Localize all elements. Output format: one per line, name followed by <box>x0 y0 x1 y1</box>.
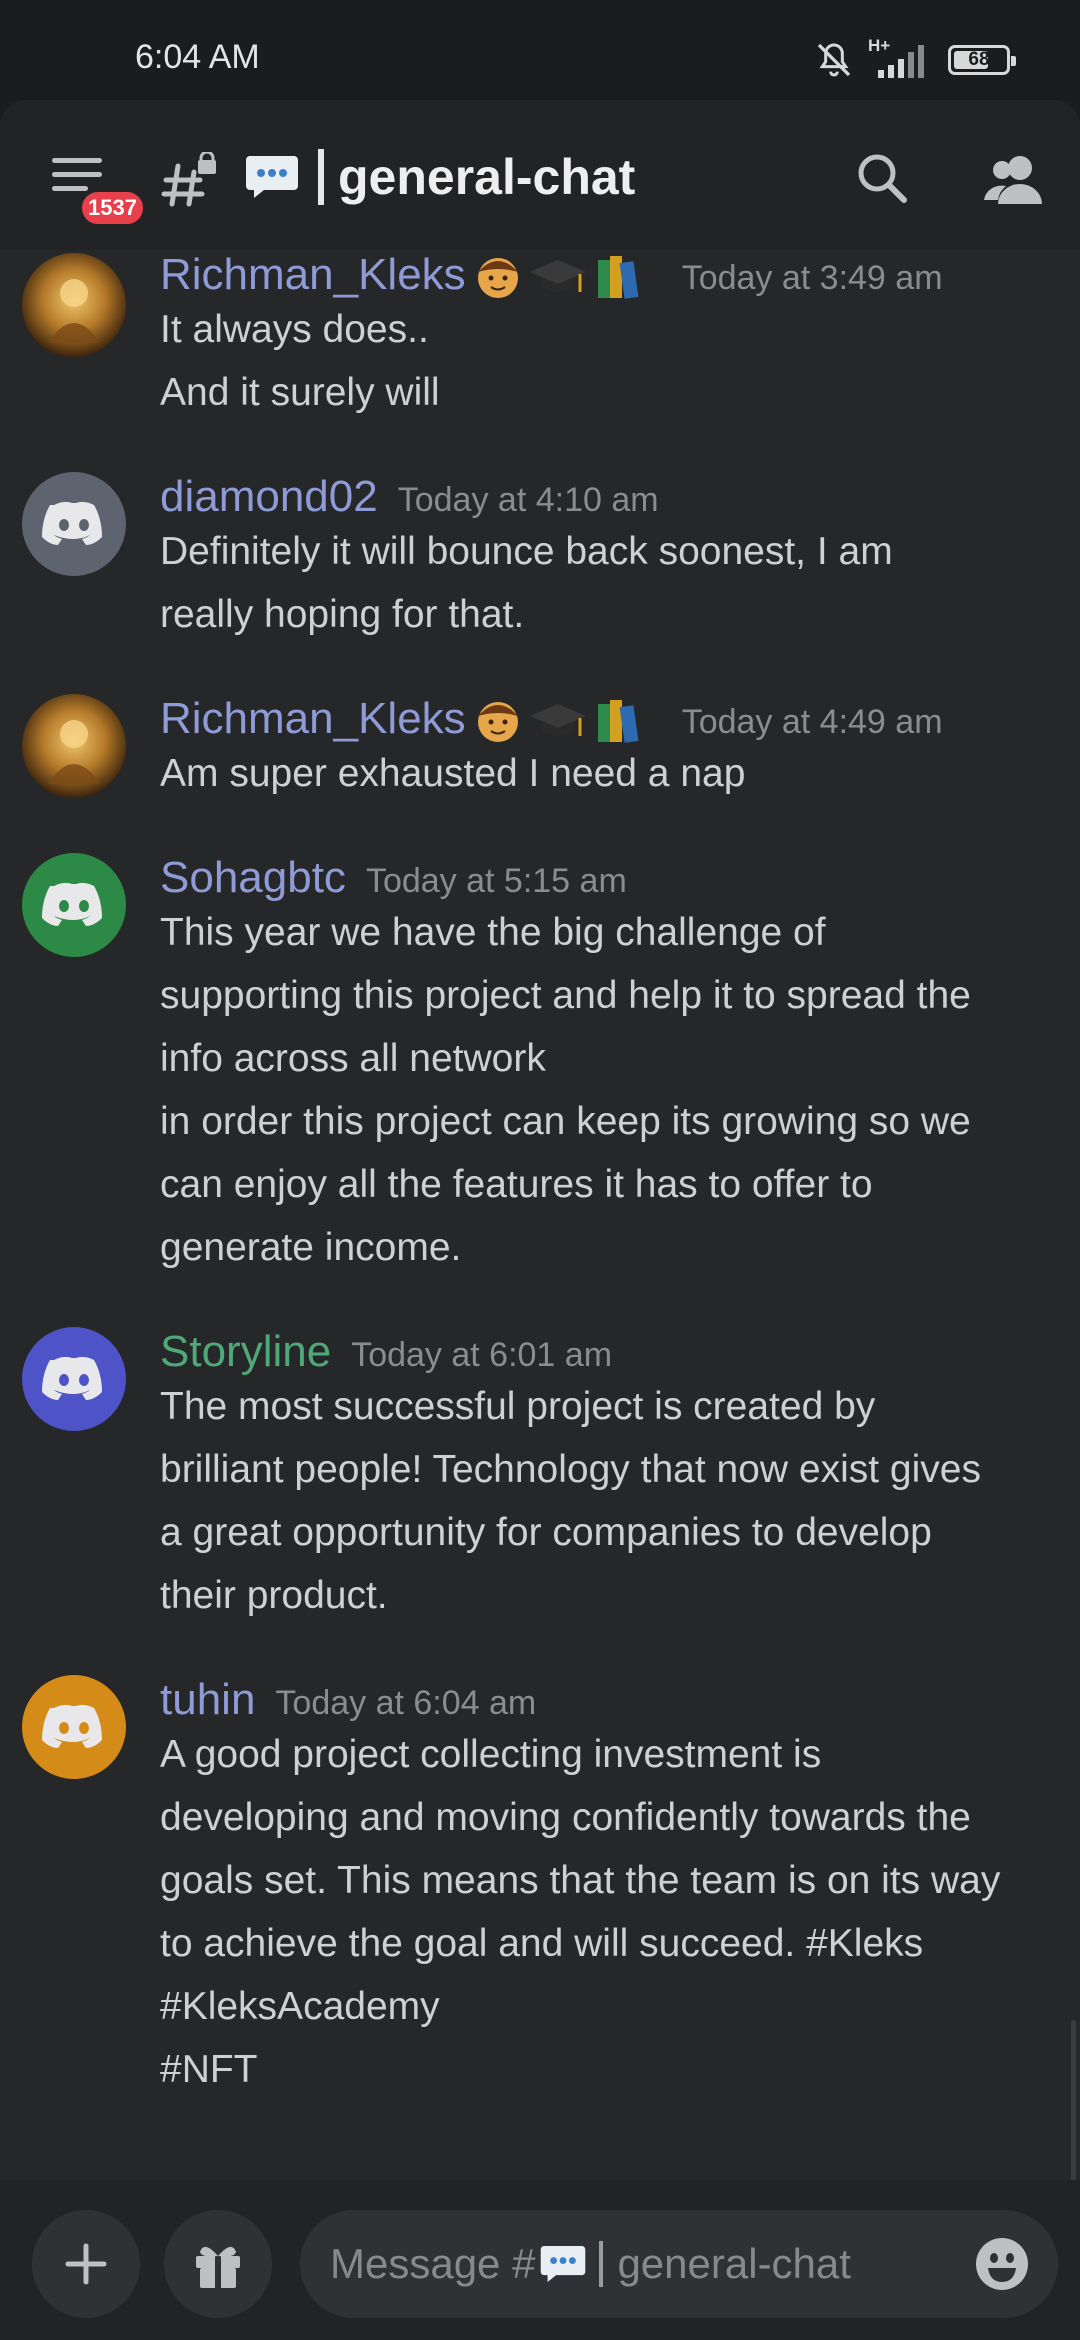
members-icon[interactable] <box>980 148 1048 210</box>
menu-button[interactable]: 1537 <box>48 158 147 228</box>
message-time: Today at 4:10 am <box>397 481 659 519</box>
message-line: brilliant people! Technology that now ex… <box>160 1448 981 1491</box>
plus-icon <box>65 2243 107 2285</box>
gift-icon <box>196 2246 240 2288</box>
message-line: The most successful project is created b… <box>160 1385 876 1428</box>
author-name[interactable]: Sohagbtc <box>160 853 346 903</box>
emoji-icon[interactable] <box>974 2236 1030 2292</box>
man-emoji <box>477 702 518 742</box>
channel-name: general-chat <box>338 149 636 205</box>
message-time: Today at 4:49 am <box>681 703 943 741</box>
message-line: to achieve the goal and will succeed. #K… <box>160 1922 924 1965</box>
message-body: A good project collecting investment is … <box>160 1723 1060 2101</box>
message-time: Today at 5:15 am <box>365 862 627 900</box>
message-list[interactable]: Richman_Kleks Today at 3:49 am It always… <box>0 250 1080 2280</box>
message-line[interactable]: #NFT <box>160 2038 1060 2101</box>
status-time: 6:04 AM <box>135 38 260 76</box>
message-line: a great opportunity for companies to dev… <box>160 1511 932 1554</box>
placeholder-divider <box>599 2241 604 2287</box>
app-window: 1537 general-chat Richman_Kleks Today at… <box>0 100 1080 2340</box>
graduation-cap-emoji <box>529 260 586 292</box>
speech-bubble-emoji <box>246 156 298 198</box>
author-name[interactable]: Richman_Kleks <box>160 250 466 300</box>
books-emoji <box>597 256 639 299</box>
battery-icon: 68 <box>948 45 1016 75</box>
message-line: Am super exhausted I need a nap <box>160 752 746 795</box>
message-input[interactable]: Message # general-chat <box>300 2210 1058 2318</box>
avatar[interactable] <box>22 1327 126 1431</box>
channel-header: 1537 general-chat <box>0 100 1080 250</box>
message-line: supporting this project and help it to s… <box>160 974 971 1017</box>
message-line: And it surely will <box>160 371 440 414</box>
battery-level: 68 <box>968 49 990 70</box>
message-line: It always does.. <box>160 308 429 351</box>
discord-logo-icon <box>42 1704 102 1748</box>
message-time: Today at 6:01 am <box>351 1336 613 1374</box>
discord-logo-icon <box>42 882 102 926</box>
signal-icon: H+ <box>868 36 934 80</box>
placeholder-channel: general-chat <box>617 2240 851 2287</box>
message-line: goals set. This means that the team is o… <box>160 1859 1001 1902</box>
author-emoji-decor <box>472 694 644 746</box>
man-emoji <box>477 258 518 298</box>
author-emoji-decor <box>472 250 644 302</box>
bell-off-icon <box>817 43 851 77</box>
author-name[interactable]: Richman_Kleks <box>160 694 466 744</box>
graduation-cap-emoji <box>529 704 586 736</box>
message-body: This year we have the big challenge of s… <box>160 901 1060 1279</box>
channel-title[interactable]: general-chat <box>244 148 635 206</box>
message-time: Today at 3:49 am <box>681 259 943 297</box>
avatar[interactable] <box>22 472 126 576</box>
locked-hashtag-icon <box>161 152 216 207</box>
message-line: can enjoy all the features it has to off… <box>160 1163 873 1206</box>
avatar[interactable] <box>22 694 126 798</box>
add-attachment-button[interactable] <box>32 2210 140 2318</box>
message-body: It always does.. And it surely will <box>160 298 1060 424</box>
message-time: Today at 6:04 am <box>275 1684 537 1722</box>
composer-bar: Message # general-chat <box>0 2180 1080 2340</box>
notification-badge: 1537 <box>78 188 147 228</box>
books-emoji <box>597 700 639 743</box>
search-icon[interactable] <box>852 148 914 210</box>
avatar[interactable] <box>22 253 126 357</box>
message-line: developing and moving confidently toward… <box>160 1796 971 1839</box>
author-name[interactable]: diamond02 <box>160 472 378 522</box>
author-name[interactable]: tuhin <box>160 1675 255 1725</box>
status-bar: 6:04 AM H+ 68 <box>0 0 1080 100</box>
message-line: info across all network <box>160 1037 546 1080</box>
message-line: A good project collecting investment is <box>160 1733 822 1776</box>
message-line: their product. <box>160 1574 388 1617</box>
placeholder-prefix: Message # <box>330 2240 536 2287</box>
discord-logo-icon <box>42 1356 102 1400</box>
message-line: generate income. <box>160 1226 462 1269</box>
message-line: This year we have the big challenge of <box>160 911 826 954</box>
avatar[interactable] <box>22 1675 126 1779</box>
message-line: really hoping for that. <box>160 593 525 636</box>
message-line[interactable]: #KleksAcademy <box>160 1975 1060 2038</box>
gift-button[interactable] <box>164 2210 272 2318</box>
speech-bubble-emoji <box>541 2246 586 2282</box>
title-divider <box>318 149 324 205</box>
status-icons: H+ 68 <box>814 36 1016 80</box>
message-line: in order this project can keep its growi… <box>160 1100 971 1143</box>
message-line: Definitely it will bounce back soonest, … <box>160 530 893 573</box>
discord-logo-icon <box>42 501 102 545</box>
message-body: The most successful project is created b… <box>160 1375 1060 1627</box>
message-body: Am super exhausted I need a nap <box>160 742 1060 805</box>
author-name[interactable]: Storyline <box>160 1327 331 1377</box>
avatar[interactable] <box>22 853 126 957</box>
message-body: Definitely it will bounce back soonest, … <box>160 520 1060 646</box>
